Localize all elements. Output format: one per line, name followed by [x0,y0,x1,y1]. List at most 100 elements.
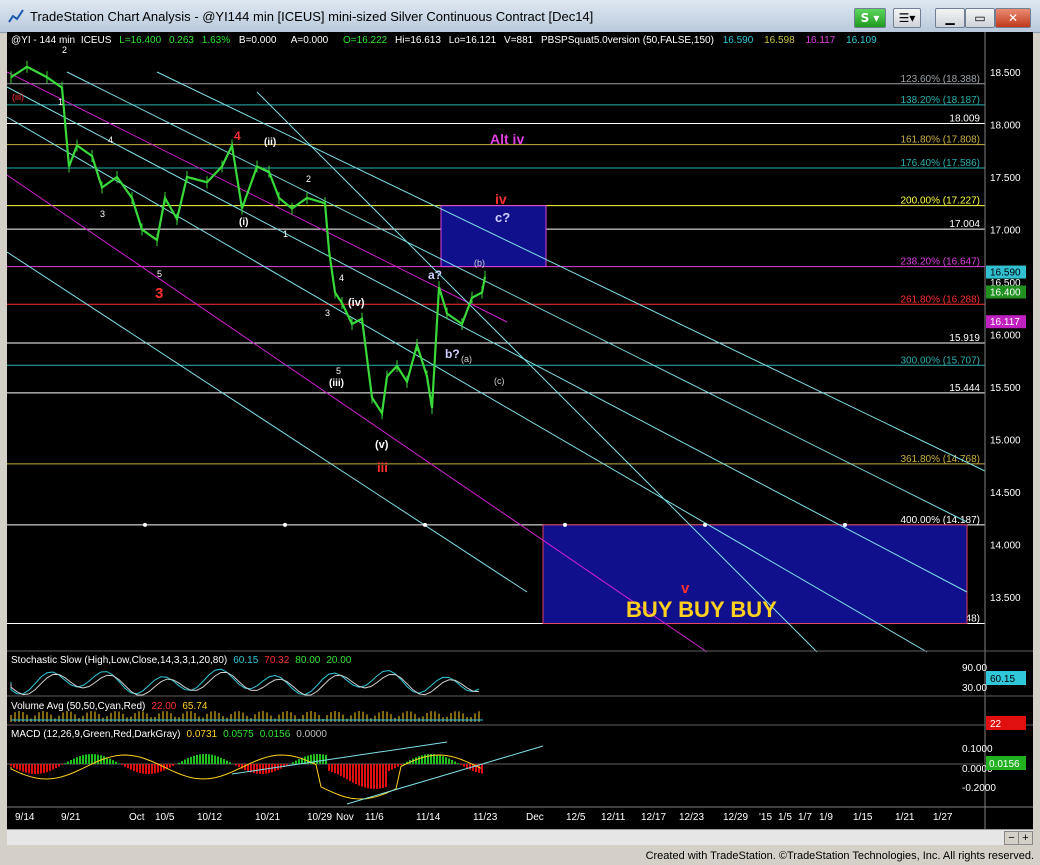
price-axis-tick: 17.500 [990,173,1021,184]
date-axis-tick: 1/9 [819,812,833,823]
date-axis-tick: 1/27 [933,812,953,823]
title-bar[interactable]: TradeStation Chart Analysis - @YI144 min… [0,0,1040,33]
macd-axis-0.1: 0.1000 [962,744,993,755]
macd-panel[interactable]: MACD (12,26,9,Green,Red,DarkGray) 0.0731 0… [7,729,1026,805]
date-axis-tick: Oct [129,812,145,823]
fib-label: 123.60% (18.388) [900,74,980,85]
wave-label-v: v [681,580,690,597]
fib-label: 200.00% (17.227) [900,196,980,207]
legend-low: Lo=16.121 [449,35,497,46]
marker-dot [703,522,707,527]
fib-label: 161.80% (17.808) [900,135,980,146]
price-tag: 16.400 [990,288,1021,299]
fib-label: 238.20% (16.647) [900,257,980,268]
legend-change: 0.263 [169,35,194,46]
svg-text:2: 2 [306,174,311,184]
date-axis-tick: 12/11 [601,812,626,823]
stochastic-panel[interactable]: Stochastic Slow (High,Low,Close,14,3,3,1… [10,655,1026,696]
zoom-out-button[interactable]: − [1004,831,1019,845]
horizontal-scrollbar[interactable]: − + [7,829,1033,845]
price-axis-tick: 18.000 [990,121,1021,132]
trend-channel-line [7,86,968,593]
date-axis-tick: 1/21 [895,812,915,823]
stochastic-axis-30: 30.00 [962,683,987,694]
zoom-in-button[interactable]: + [1018,831,1033,845]
svg-text:5: 5 [336,366,341,376]
window-title: TradeStation Chart Analysis - @YI144 min… [30,9,594,24]
fib-label: 176.40% (17.586) [900,158,980,169]
price-axis-tick: 17.000 [990,226,1021,237]
macd-title: MACD (12,26,9,Green,Red,DarkGray) [11,729,181,740]
svg-text:4: 4 [108,135,113,145]
fib-label: 15.919 [949,333,980,344]
chart-area[interactable]: @YI - 144 min ICEUS L=16.400 0.263 1.63%… [7,32,1033,829]
wave-label-ii-minor: (ii) [264,137,276,148]
svg-text:1: 1 [283,229,288,239]
date-axis-tick: 9/21 [61,812,81,823]
svg-text:Stochastic Slow (High,Low,Clos: Stochastic Slow (High,Low,Close,14,3,3,1… [11,655,352,666]
trend-channel-line [7,116,928,653]
wave-label-a: a? [428,268,442,282]
legend-ask: A=0.000 [291,35,329,46]
date-axis-tick: 10/5 [155,812,175,823]
maximize-button[interactable]: ▭ [965,8,995,28]
date-axis-tick: 10/29 [307,812,332,823]
wave-label-alt-iv: Alt iv [490,131,524,147]
legend-v4: 16.109 [846,35,877,46]
volume-title: Volume Avg (50,50,Cyan,Red) [11,701,145,712]
macd-v2: 0.0575 [223,729,254,740]
trend-channel-line [7,251,528,593]
price-chart-svg[interactable]: @YI - 144 min ICEUS L=16.400 0.263 1.63%… [7,32,1033,829]
legend-v1: 16.590 [723,35,754,46]
svg-text:5: 5 [157,269,162,279]
date-axis-tick: Nov [336,812,354,823]
minimize-button[interactable]: ▁ [935,8,965,28]
wave-label-b: b? [445,347,460,361]
symbol-link-button[interactable]: S ▾ [854,8,886,28]
fib-label: 400.00% (14.187) [900,515,980,526]
legend-bid: B=0.000 [239,35,277,46]
buy-buy-buy-annotation: BUY BUY BUY [626,597,777,622]
svg-text:2: 2 [62,45,67,55]
fib-label: 261.80% (16.288) [900,294,980,305]
wave-label-paren-a: (a) [461,354,472,364]
trend-channel-line [156,71,988,473]
svg-text:Volume Avg (50,50,Cyan,Red)22.: Volume Avg (50,50,Cyan,Red) 22.00 65.74 [11,701,208,712]
price-axis-tick: 14.500 [990,488,1021,499]
macd-lines [7,741,983,805]
legend-open: O=16.222 [343,35,388,46]
marker-dot [283,522,287,527]
wave-label-paren-b: (b) [474,258,485,268]
date-axis: 9/14 9/21 Oct 10/5 10/12 10/21 10/29 Nov 11/6 11/… [7,806,1033,823]
price-series [10,65,487,417]
volume-tag: 22 [990,719,1002,730]
svg-text:1: 1 [58,97,63,107]
price-axis-tick: 16.000 [990,331,1021,342]
marker-dot [563,522,567,527]
app-window: TradeStation Chart Analysis - @YI144 min… [0,0,1040,865]
stochastic-v2: 70.32 [264,655,289,666]
macd-v3: 0.0156 [260,729,291,740]
stochastic-lines [10,668,480,696]
date-axis-tick: 12/17 [641,812,666,823]
legend-volume: V=881 [504,35,534,46]
close-button[interactable]: ✕ [995,8,1031,28]
stochastic-tag: 60.15 [990,674,1015,685]
macd-axis-neg0.2: -0.2000 [962,783,996,794]
fib-label: 15.444 [949,383,980,394]
volume-panel[interactable]: Volume Avg (50,50,Cyan,Red) 22.00 65.74 22 [10,701,1026,730]
stochastic-v3: 80.00 [295,655,320,666]
toolbar-menu-button[interactable]: ☰▾ [893,8,921,28]
date-axis-tick: Dec [526,812,544,823]
stochastic-v4: 20.00 [326,655,351,666]
wave-label-iii-minor: (iii) [329,378,344,389]
price-axis-tick: 15.500 [990,383,1021,394]
price-axis-tick: 14.000 [990,541,1021,552]
macd-v1: 0.0731 [187,729,218,740]
date-axis-tick: 12/29 [723,812,748,823]
date-axis-tick: 12/23 [679,812,704,823]
wave-label-i-minor: (i) [239,217,248,228]
macd-v4: 0.0000 [296,729,327,740]
legend-v3: 16.117 [805,35,835,46]
legend-pct: 1.63% [202,35,230,46]
